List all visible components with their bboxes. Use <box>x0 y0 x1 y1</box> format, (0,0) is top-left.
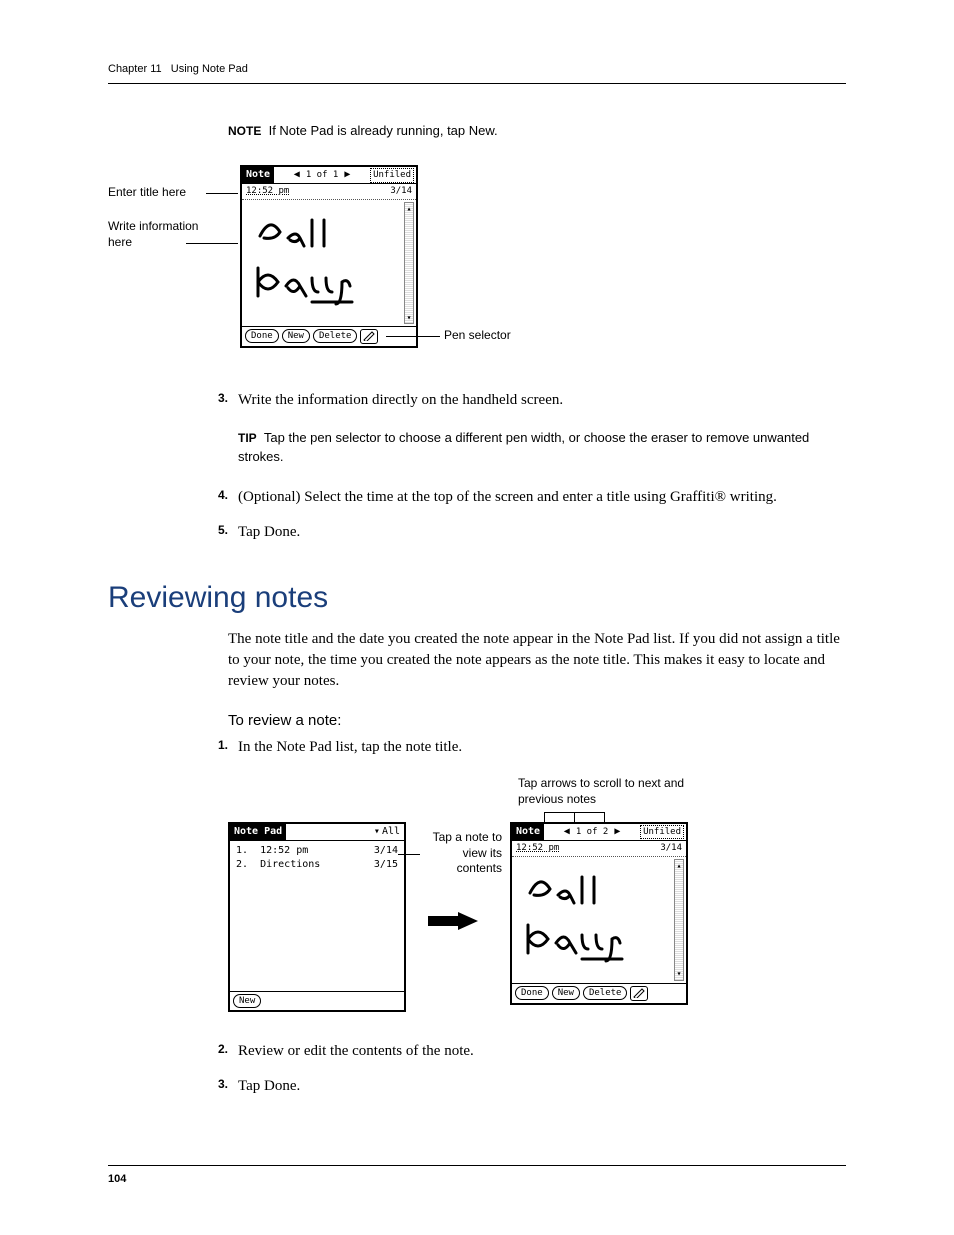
scroll-down-icon[interactable]: ▾ <box>677 968 682 979</box>
callout-tap-note: Tap a note to view its contents <box>422 830 502 877</box>
next-arrow-icon[interactable]: ▶ <box>344 168 350 182</box>
figure-note-editor: Note ◀ 1 of 1 ▶ Unfiled 12:52 pm 3/14 <box>108 165 846 360</box>
tip-block: TIP Tap the pen selector to choose a dif… <box>238 429 846 467</box>
scroll-down-icon[interactable]: ▾ <box>407 312 412 323</box>
step-text: Review or edit the contents of the note. <box>238 1041 846 1062</box>
chapter-label: Chapter 11 <box>108 63 162 75</box>
prev-arrow-icon[interactable]: ◀ <box>564 825 570 839</box>
note-canvas[interactable]: ▴ ▾ <box>512 857 686 983</box>
scroll-up-icon[interactable]: ▴ <box>677 860 682 871</box>
callout-scroll-arrows: Tap arrows to scroll to next and previou… <box>518 776 698 807</box>
palm-app-title: Note <box>512 824 544 840</box>
note-label: NOTE <box>228 124 261 138</box>
callout-enter-title: Enter title here <box>108 185 186 201</box>
note-date: 3/14 <box>390 185 412 198</box>
step-5: 5. Tap Done. <box>202 522 846 543</box>
callout-pen-selector: Pen selector <box>444 328 511 344</box>
step-b1: 1. In the Note Pad list, tap the note ti… <box>202 737 846 758</box>
step-number: 2. <box>202 1041 238 1062</box>
scrollbar[interactable]: ▴ ▾ <box>404 202 414 324</box>
section-intro: The note title and the date you created … <box>228 629 846 692</box>
note-canvas[interactable]: ▴ ▾ <box>242 200 416 326</box>
pen-icon <box>633 988 645 998</box>
category-selector[interactable]: ▾ All <box>374 825 400 839</box>
handwriting-icon <box>250 208 380 318</box>
scroll-up-icon[interactable]: ▴ <box>407 203 412 214</box>
note-list: 1. 12:52 pm 3/14 2. Directions 3/15 <box>230 841 404 991</box>
note-text: If Note Pad is already running, tap New. <box>269 123 498 138</box>
pen-icon <box>363 331 375 341</box>
step-text: (Optional) Select the time at the top of… <box>238 487 846 508</box>
list-item[interactable]: 1. 12:52 pm 3/14 <box>236 844 398 858</box>
nav-counter: 1 of 2 <box>576 826 609 839</box>
tip-label: TIP <box>238 431 257 445</box>
page-number: 104 <box>108 1165 846 1187</box>
callout-write-info: Write information here <box>108 219 218 250</box>
note-date: 3/14 <box>660 842 682 855</box>
handwriting-icon <box>520 865 650 975</box>
step-4: 4. (Optional) Select the time at the top… <box>202 487 846 508</box>
done-button[interactable]: Done <box>515 986 549 1000</box>
section-heading: Reviewing notes <box>108 577 846 619</box>
palm-note-detail: Note ◀ 1 of 2 ▶ Unfiled 12:52 pm 3/14 <box>510 822 688 1005</box>
done-button[interactable]: Done <box>245 329 279 343</box>
prev-arrow-icon[interactable]: ◀ <box>294 168 300 182</box>
note-time[interactable]: 12:52 pm <box>516 842 559 855</box>
step-number: 4. <box>202 487 238 508</box>
palm-app-title: Note Pad <box>230 824 286 840</box>
running-header: Chapter 11 Using Note Pad <box>108 62 846 84</box>
chapter-title: Using Note Pad <box>171 63 248 75</box>
note-time[interactable]: 12:52 pm <box>246 185 289 198</box>
arrow-right-icon <box>428 912 478 930</box>
step-number: 3. <box>202 390 238 411</box>
step-3: 3. Write the information directly on the… <box>202 390 846 411</box>
next-arrow-icon[interactable]: ▶ <box>614 825 620 839</box>
new-button[interactable]: New <box>552 986 580 1000</box>
list-item[interactable]: 2. Directions 3/15 <box>236 858 398 872</box>
delete-button[interactable]: Delete <box>313 329 358 343</box>
nav-counter: 1 of 1 <box>306 169 339 182</box>
palm-note-editor: Note ◀ 1 of 1 ▶ Unfiled 12:52 pm 3/14 <box>240 165 418 348</box>
step-number: 5. <box>202 522 238 543</box>
step-text: Write the information directly on the ha… <box>238 390 846 411</box>
new-button[interactable]: New <box>282 329 310 343</box>
category-selector[interactable]: Unfiled <box>370 168 414 183</box>
palm-app-title: Note <box>242 167 274 183</box>
category-selector[interactable]: Unfiled <box>640 825 684 840</box>
scrollbar[interactable]: ▴ ▾ <box>674 859 684 981</box>
step-text: Tap Done. <box>238 522 846 543</box>
new-button[interactable]: New <box>233 994 261 1008</box>
step-text: In the Note Pad list, tap the note title… <box>238 737 846 758</box>
palm-note-list: Note Pad ▾ All 1. 12:52 pm 3/14 2. Direc… <box>228 822 406 1012</box>
step-b3: 3. Tap Done. <box>202 1076 846 1097</box>
procedure-heading: To review a note: <box>228 710 846 731</box>
delete-button[interactable]: Delete <box>583 986 628 1000</box>
figure-note-list: Tap arrows to scroll to next and previou… <box>228 776 846 1011</box>
pen-selector-button[interactable] <box>360 329 378 344</box>
step-number: 3. <box>202 1076 238 1097</box>
tip-text: Tap the pen selector to choose a differe… <box>238 430 809 464</box>
step-b2: 2. Review or edit the contents of the no… <box>202 1041 846 1062</box>
step-number: 1. <box>202 737 238 758</box>
note-block: NOTE If Note Pad is already running, tap… <box>228 122 846 141</box>
pen-selector-button[interactable] <box>630 986 648 1001</box>
step-text: Tap Done. <box>238 1076 846 1097</box>
